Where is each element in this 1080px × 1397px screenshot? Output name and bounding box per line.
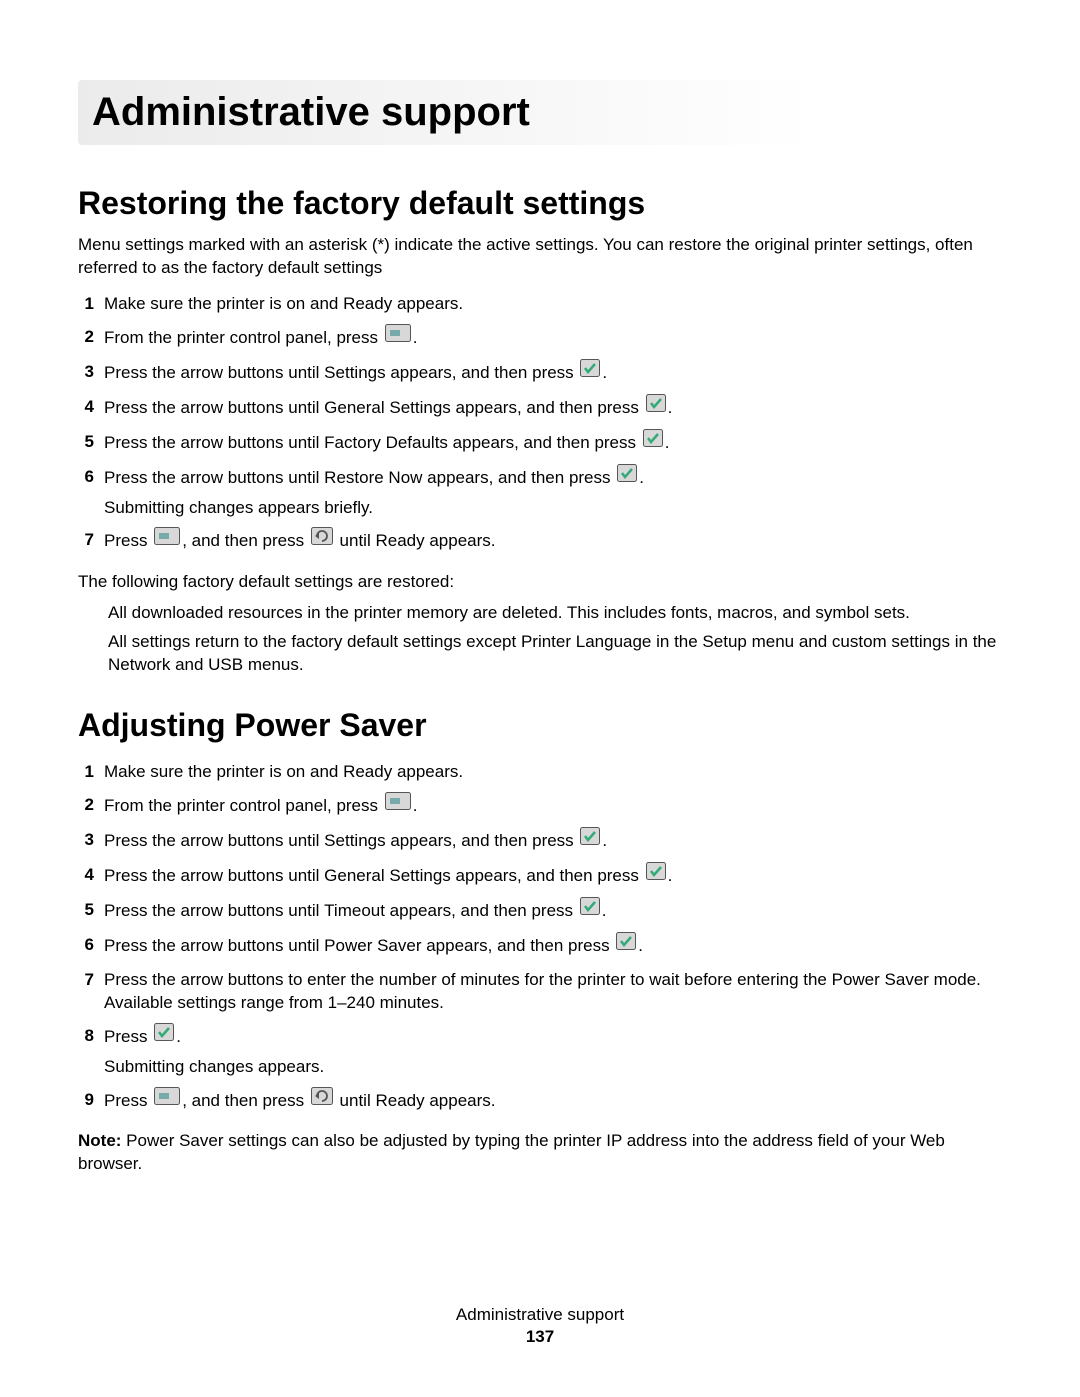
back-button-icon: [311, 1087, 333, 1112]
bullet-item: All settings return to the factory defau…: [108, 631, 1002, 677]
menu-term: Ready: [375, 1090, 424, 1109]
menu-button-icon: [154, 527, 180, 552]
menu-term: Factory Defaults: [324, 433, 448, 452]
menu-term: Power Saver: [324, 936, 421, 955]
step-item: 5 Press the arrow buttons until Factory …: [78, 426, 1002, 461]
step-content: Press , and then press until Ready appea…: [104, 1089, 1002, 1114]
step-content: Press the arrow buttons until Factory De…: [104, 431, 1002, 456]
step-content: Press the arrow buttons to enter the num…: [104, 969, 1002, 1015]
step-number: 4: [78, 396, 94, 421]
step-item: 6 Press the arrow buttons until Power Sa…: [78, 929, 1002, 964]
steps-list-restoring: 1 Make sure the printer is on and Ready …: [78, 288, 1002, 560]
menu-term: Ready: [343, 762, 392, 781]
note-label: Note:: [78, 1131, 126, 1150]
menu-term: Printer Language: [521, 632, 651, 651]
step-content: Make sure the printer is on and Ready ap…: [104, 293, 1002, 316]
step-item: 1 Make sure the printer is on and Ready …: [78, 756, 1002, 789]
bullet-item: All downloaded resources in the printer …: [108, 602, 1002, 625]
step-content: Press the arrow buttons until Settings a…: [104, 829, 1002, 854]
section-heading-restoring: Restoring the factory default settings: [78, 185, 1002, 222]
step-content: Press the arrow buttons until General Se…: [104, 864, 1002, 889]
menu-button-icon: [385, 324, 411, 349]
step-number: 3: [78, 361, 94, 386]
menu-term: General Settings: [324, 866, 451, 885]
step-item: 6 Press the arrow buttons until Restore …: [78, 461, 1002, 525]
step-content: Press the arrow buttons until General Se…: [104, 396, 1002, 421]
step-content: From the printer control panel, press .: [104, 326, 1002, 351]
step-number: 8: [78, 1025, 94, 1079]
menu-term: General Settings: [324, 398, 451, 417]
step-item: 2 From the printer control panel, press …: [78, 321, 1002, 356]
step-content: Press the arrow buttons until Settings a…: [104, 361, 1002, 386]
step-content: Press the arrow buttons until Restore No…: [104, 466, 1002, 520]
step-subnote: Submitting changes appears.: [104, 1056, 1002, 1079]
check-button-icon: [646, 394, 666, 419]
step-item: 7 Press the arrow buttons to enter the n…: [78, 964, 1002, 1020]
step-number: 6: [78, 934, 94, 959]
step-number: 7: [78, 969, 94, 1015]
step-item: 4 Press the arrow buttons until General …: [78, 859, 1002, 894]
menu-term: Settings: [324, 363, 385, 382]
step-item: 7 Press , and then press until Ready app…: [78, 524, 1002, 559]
step-number: 3: [78, 829, 94, 854]
step-number: 5: [78, 431, 94, 456]
step-number: 7: [78, 529, 94, 554]
footer-title: Administrative support: [0, 1305, 1080, 1325]
step-number: 1: [78, 293, 94, 316]
back-button-icon: [311, 527, 333, 552]
menu-button-icon: [385, 792, 411, 817]
bullet-list: All downloaded resources in the printer …: [108, 602, 1002, 677]
step-number: 4: [78, 864, 94, 889]
menu-button-icon: [154, 1087, 180, 1112]
check-button-icon: [154, 1023, 174, 1048]
menu-term: Settings: [324, 831, 385, 850]
page: Administrative support Restoring the fac…: [0, 0, 1080, 1397]
step-content: Press . Submitting changes appears.: [104, 1025, 1002, 1079]
step-content: Make sure the printer is on and Ready ap…: [104, 761, 1002, 784]
step-number: 1: [78, 761, 94, 784]
check-button-icon: [580, 897, 600, 922]
footer-page-number: 137: [0, 1327, 1080, 1347]
check-button-icon: [643, 429, 663, 454]
step-number: 6: [78, 466, 94, 520]
step-subnote: Submitting changes appears briefly.: [104, 497, 1002, 520]
chapter-title: Administrative support: [78, 80, 1002, 145]
menu-term: Ready: [343, 294, 392, 313]
step-number: 2: [78, 794, 94, 819]
step-item: 9 Press , and then press until Ready app…: [78, 1084, 1002, 1119]
step-content: Press , and then press until Ready appea…: [104, 529, 1002, 554]
step-content: From the printer control panel, press .: [104, 794, 1002, 819]
step-item: 4 Press the arrow buttons until General …: [78, 391, 1002, 426]
note-paragraph: Note: Power Saver settings can also be a…: [78, 1130, 1002, 1176]
step-item: 8 Press . Submitting changes appears.: [78, 1020, 1002, 1084]
step-number: 9: [78, 1089, 94, 1114]
step-content: Press the arrow buttons until Power Save…: [104, 934, 1002, 959]
after-paragraph: The following factory default settings a…: [78, 571, 1002, 594]
step-item: 1 Make sure the printer is on and Ready …: [78, 288, 1002, 321]
menu-term: Ready: [375, 531, 424, 550]
check-button-icon: [617, 464, 637, 489]
check-button-icon: [646, 862, 666, 887]
steps-list-power-saver: 1 Make sure the printer is on and Ready …: [78, 756, 1002, 1118]
step-item: 3 Press the arrow buttons until Settings…: [78, 824, 1002, 859]
note-text: Power Saver settings can also be adjuste…: [78, 1131, 945, 1173]
step-number: 2: [78, 326, 94, 351]
section-heading-power-saver: Adjusting Power Saver: [78, 707, 1002, 744]
step-item: 5 Press the arrow buttons until Timeout …: [78, 894, 1002, 929]
page-footer: Administrative support 137: [0, 1305, 1080, 1347]
menu-term: Restore Now: [324, 468, 422, 487]
step-item: 2 From the printer control panel, press …: [78, 789, 1002, 824]
step-number: 5: [78, 899, 94, 924]
check-button-icon: [580, 827, 600, 852]
step-item: 3 Press the arrow buttons until Settings…: [78, 356, 1002, 391]
intro-paragraph: Menu settings marked with an asterisk (*…: [78, 234, 1002, 280]
check-button-icon: [580, 359, 600, 384]
step-content: Press the arrow buttons until Timeout ap…: [104, 899, 1002, 924]
check-button-icon: [616, 932, 636, 957]
menu-term: Timeout: [324, 901, 385, 920]
